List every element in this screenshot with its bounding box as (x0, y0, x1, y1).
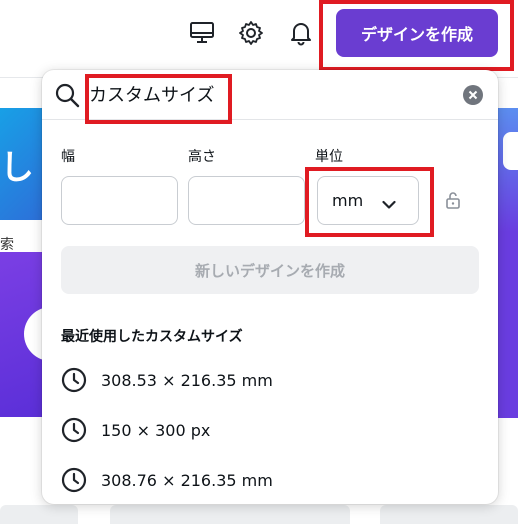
desktop-icon[interactable] (187, 18, 217, 48)
right-chip[interactable] (503, 132, 518, 170)
height-label: 高さ (188, 149, 216, 165)
custom-size-popup: 幅 高さ 単位 mm 新しいデザインを作成 最近使用したカスタムサイズ 308.… (42, 70, 498, 504)
search-icon (54, 82, 80, 108)
chevron-down-icon (382, 195, 396, 209)
search-label-fragment: 索 (0, 237, 14, 253)
clock-icon (61, 367, 87, 393)
clock-icon (61, 467, 87, 493)
unit-label: 単位 (315, 149, 343, 165)
gear-icon[interactable] (236, 18, 266, 48)
close-icon (468, 90, 478, 100)
search-input[interactable] (89, 80, 259, 108)
bottom-card[interactable] (380, 505, 518, 524)
top-bar: デザインを作成 (0, 0, 518, 78)
recent-size-label: 308.53 × 216.35 mm (101, 370, 273, 390)
new-design-button[interactable]: 新しいデザインを作成 (61, 246, 479, 294)
height-field[interactable] (188, 176, 305, 225)
recent-size-item[interactable]: 308.53 × 216.35 mm (61, 365, 461, 395)
hero-text: し (0, 148, 34, 188)
search-row (42, 70, 498, 120)
unit-select[interactable]: mm (317, 176, 419, 225)
recent-size-label: 308.76 × 216.35 mm (101, 470, 273, 490)
bell-icon[interactable] (286, 18, 316, 48)
create-design-button[interactable]: デザインを作成 (336, 9, 498, 57)
recent-size-label: 150 × 300 px (101, 420, 211, 440)
unlock-icon[interactable] (445, 190, 461, 210)
bottom-card[interactable] (0, 505, 78, 524)
clock-icon (61, 417, 87, 443)
unit-value: mm (332, 191, 364, 210)
width-field[interactable] (61, 176, 178, 225)
width-label: 幅 (61, 149, 75, 165)
recent-size-item[interactable]: 150 × 300 px (61, 415, 461, 445)
bottom-card[interactable] (110, 505, 350, 524)
recent-size-item[interactable]: 308.76 × 216.35 mm (61, 465, 461, 495)
recent-sizes-title: 最近使用したカスタムサイズ (61, 329, 243, 345)
clear-search-button[interactable] (463, 85, 483, 105)
